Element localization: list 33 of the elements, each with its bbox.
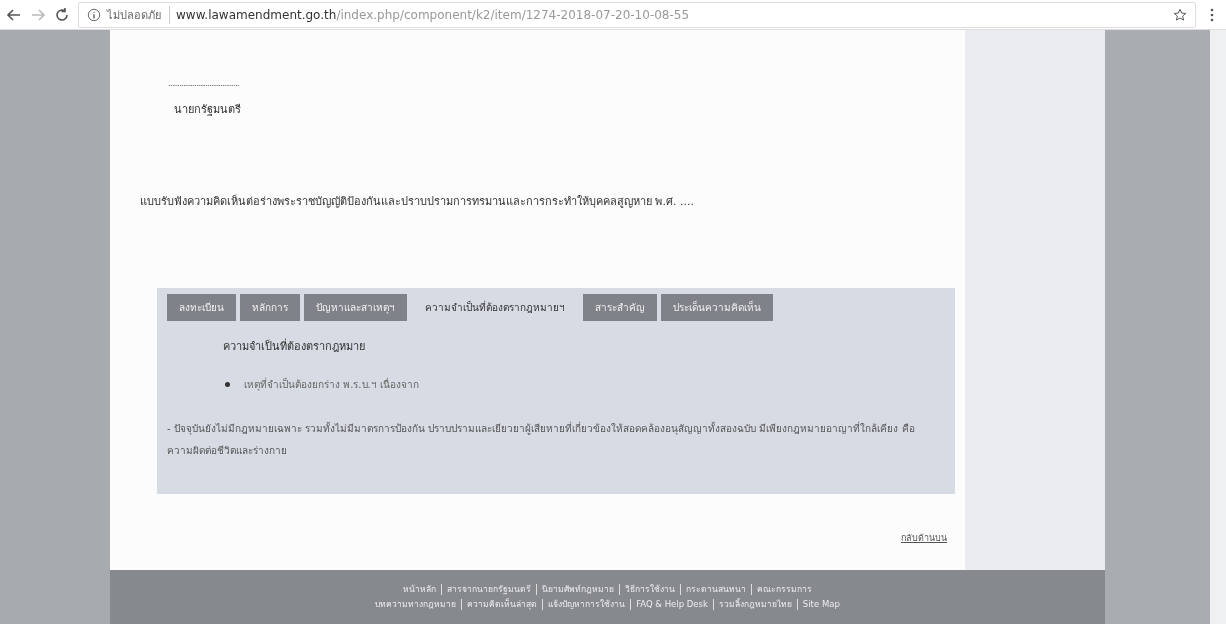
scrollbar[interactable] xyxy=(1210,30,1226,624)
tab[interactable]: ลงทะเบียน xyxy=(167,294,236,321)
footer-link[interactable]: บทความทางกฎหมาย xyxy=(370,599,462,610)
footer-link[interactable]: Site Map xyxy=(796,599,845,610)
security-label: ไม่ปลอดภัย xyxy=(107,5,170,24)
footer-link[interactable]: FAQ & Help Desk xyxy=(630,599,713,610)
url-text: www.lawamendment.go.th/index.php/component/k2/item/1274-2018-07-20-10-08-55 xyxy=(176,7,690,22)
form-heading: แบบรับฟังความคิดเห็นต่อร่างพระราชบัญญัติป้องกันและปราบปรามการทรมานและการกระทำให้บุคคลสูญหาย พ.ศ. .... xyxy=(140,193,695,210)
panel-title: ความจำเป็นที่ต้องตรากฎหมาย xyxy=(223,337,366,355)
signature-title: นายกรัฐมนตรี xyxy=(174,102,242,118)
footer-link[interactable]: คณะกรรมการ xyxy=(751,584,817,595)
reload-icon[interactable] xyxy=(54,6,70,23)
paragraph: - ปัจจุบันยังไม่มีกฎหมายเฉพาะ รวมทั้งไม่มีมาตรการป้องกัน ปราบปรามและเยียวยาผู้เสียหายที่เกี่ยวข้องให้สอดคล้องอนุสัญญาทั้งสองฉบับ มีเพียงกฎหมายอาญาที่ใกล้เคียง คือ ความผิดต่อชีวิตและร่างกาย xyxy=(167,420,916,458)
info-icon[interactable] xyxy=(87,7,101,22)
footer-link[interactable]: วิธีการใช้งาน xyxy=(619,584,680,595)
bullet-icon xyxy=(225,382,230,387)
bullet-text: เหตุที่จำเป็นต้องยกร่าง พ.ร.บ.ฯ เนื่องจาก xyxy=(244,377,419,392)
footer-link[interactable]: นิยามศัพท์กฎหมาย xyxy=(536,584,619,595)
signature-line: ...................................... xyxy=(168,78,240,88)
tab[interactable]: หลักการ xyxy=(240,294,300,321)
star-icon[interactable] xyxy=(1173,7,1187,22)
back-to-top-link[interactable]: กลับด้านบน xyxy=(901,533,947,543)
footer-link[interactable]: สารจากนายกรัฐมนตรี xyxy=(441,584,536,595)
address-bar[interactable]: ไม่ปลอดภัย www.lawamendment.go.th/index.php/component/k2/item/1274-2018-07-20-10-08-55 xyxy=(78,1,1196,28)
tab[interactable]: สาระสำคัญ xyxy=(583,294,657,321)
back-icon[interactable] xyxy=(6,6,22,23)
tab[interactable]: ปัญหาและสาเหตุฯ xyxy=(304,294,407,321)
tab[interactable]: ประเด็นความคิดเห็น xyxy=(661,294,773,321)
footer-link[interactable]: แจ้งปัญหาการใช้งาน xyxy=(542,599,631,610)
footer-link[interactable]: รวมลิ้งกฎหมายไทย xyxy=(712,599,797,610)
footer-link[interactable]: หน้าหลัก xyxy=(398,584,441,595)
footer-link[interactable]: กระดานสนทนา xyxy=(680,584,751,595)
footer-link[interactable]: ความคิดเห็นล่าสุด xyxy=(461,599,543,610)
